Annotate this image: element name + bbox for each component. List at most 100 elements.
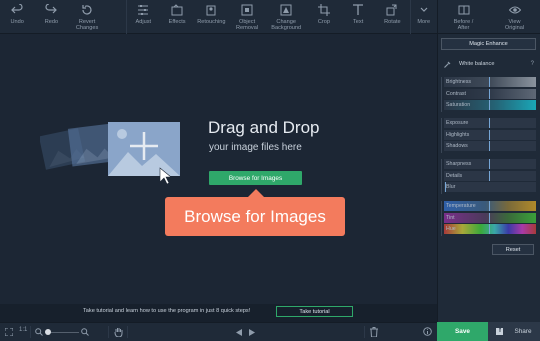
rotate-button[interactable]: Rotate — [375, 0, 409, 34]
crop-label: Crop — [317, 19, 330, 25]
share-label: Share — [514, 328, 532, 335]
contrast-handle[interactable] — [489, 88, 490, 99]
actual-size-button[interactable]: 1:1 — [19, 327, 27, 333]
text-button[interactable]: Text — [341, 0, 375, 34]
text-icon — [353, 4, 364, 15]
sharpness-slider[interactable]: Sharpness — [442, 159, 536, 169]
temperature-handle[interactable] — [489, 201, 490, 211]
highlights-slider[interactable]: Highlights — [442, 129, 536, 140]
highlights-handle[interactable] — [489, 129, 490, 140]
shadows-slider[interactable]: Shadows — [442, 141, 536, 151]
shadows-handle[interactable] — [489, 141, 490, 151]
browse-images-button[interactable]: Browse for Images — [209, 171, 302, 185]
temperature-label: Temperature — [446, 203, 476, 209]
adjust-button[interactable]: Adjust — [125, 0, 160, 34]
take-tutorial-button[interactable]: Take tutorial — [276, 306, 353, 317]
before-after-button[interactable]: Before / After — [438, 0, 489, 34]
undo-icon — [11, 4, 23, 14]
zoom-in-icon[interactable] — [81, 328, 89, 336]
hand-pan-icon[interactable] — [114, 327, 123, 337]
exposure-handle[interactable] — [489, 118, 490, 128]
view-original-label-2: Original — [504, 25, 525, 31]
effects-icon — [171, 4, 183, 16]
next-image-icon[interactable] — [249, 329, 255, 336]
blur-slider[interactable]: Blur — [442, 182, 536, 192]
hue-slider[interactable]: Hue — [442, 224, 536, 234]
bottom-divider — [30, 326, 31, 338]
temperature-slider[interactable]: Temperature — [442, 201, 536, 211]
top-toolbar: Undo Redo Revert Changes Adjust Effects … — [0, 0, 437, 34]
brightness-handle[interactable] — [489, 77, 490, 87]
trash-icon[interactable] — [370, 327, 378, 337]
undo-label: Undo — [10, 19, 24, 25]
callout-pointer — [248, 189, 264, 197]
before-after-icon — [458, 5, 469, 15]
slider-group-color: Temperature Tint Hue — [441, 201, 536, 236]
zoom-icon — [35, 328, 43, 336]
crop-icon — [317, 4, 330, 16]
slider-group-light: Brightness Contrast Saturation — [441, 77, 536, 112]
chevron-down-icon — [420, 7, 428, 12]
zoom-slider-handle[interactable] — [45, 329, 51, 335]
change-background-button[interactable]: Change Background — [266, 0, 307, 34]
info-icon[interactable] — [423, 327, 432, 336]
revert-changes-button[interactable]: Revert Changes — [69, 0, 106, 34]
hue-handle[interactable] — [489, 224, 490, 234]
tint-handle[interactable] — [489, 212, 490, 223]
share-button[interactable]: f Share — [488, 322, 540, 341]
app-window: Undo Redo Revert Changes Adjust Effects … — [0, 0, 540, 341]
more-button[interactable]: More — [409, 0, 437, 34]
contrast-slider[interactable]: Contrast — [442, 88, 536, 99]
redo-button[interactable]: Redo — [34, 0, 68, 34]
fit-screen-icon[interactable] — [5, 328, 13, 336]
retouch-icon — [206, 5, 216, 16]
brightness-slider[interactable]: Brightness — [442, 77, 536, 87]
sharpness-label: Sharpness — [446, 161, 472, 167]
highlights-label: Highlights — [446, 131, 470, 138]
drag-drop-subtitle: your image files here — [209, 142, 302, 153]
white-balance-label: White balance — [459, 61, 495, 67]
undo-button[interactable]: Undo — [0, 0, 34, 34]
view-original-button[interactable]: View Original — [489, 0, 540, 34]
exposure-slider[interactable]: Exposure — [442, 118, 536, 128]
sharpness-handle[interactable] — [489, 159, 490, 169]
eyedropper-icon[interactable] — [444, 61, 451, 68]
tint-label: Tint — [446, 214, 455, 221]
reset-button[interactable]: Reset — [492, 244, 534, 255]
saturation-slider[interactable]: Saturation — [442, 100, 536, 110]
details-handle[interactable] — [489, 170, 490, 181]
shadows-label: Shadows — [446, 143, 468, 149]
saturation-handle[interactable] — [489, 100, 490, 110]
before-after-label-2: After — [457, 25, 470, 31]
retouching-label: Retouching — [197, 19, 226, 25]
object-removal-icon — [241, 4, 253, 16]
effects-button[interactable]: Effects — [160, 0, 194, 34]
white-balance-row[interactable]: White balance ? — [441, 59, 536, 71]
previous-image-icon[interactable] — [236, 329, 242, 336]
tint-slider[interactable]: Tint — [442, 212, 536, 223]
help-icon[interactable]: ? — [531, 61, 534, 67]
hue-label: Hue — [446, 226, 456, 232]
browse-images-callout[interactable]: Browse for Images — [165, 197, 345, 236]
revert-icon — [82, 5, 92, 15]
effects-label: Effects — [168, 19, 186, 25]
zoom-slider-track[interactable] — [47, 332, 79, 333]
exposure-label: Exposure — [446, 120, 469, 126]
sliders-icon — [138, 5, 149, 15]
change-bg-label-2: Background — [271, 25, 302, 31]
redo-icon — [45, 4, 58, 14]
retouching-button[interactable]: Retouching — [194, 0, 228, 34]
rotate-icon — [386, 4, 397, 16]
more-label: More — [417, 19, 431, 25]
change-background-icon — [280, 4, 292, 16]
save-button[interactable]: Save — [437, 322, 488, 341]
magic-enhance-button[interactable]: Magic Enhance — [441, 38, 536, 50]
crop-button[interactable]: Crop — [307, 0, 341, 34]
details-slider[interactable]: Details — [442, 170, 536, 181]
text-label: Text — [353, 19, 364, 25]
blur-label: Blur — [446, 184, 456, 190]
drag-drop-title: Drag and Drop — [208, 118, 320, 137]
view-toolbar: Before / After View Original — [437, 0, 540, 34]
blur-handle[interactable] — [445, 182, 446, 192]
object-removal-button[interactable]: Object Removal — [228, 0, 265, 34]
